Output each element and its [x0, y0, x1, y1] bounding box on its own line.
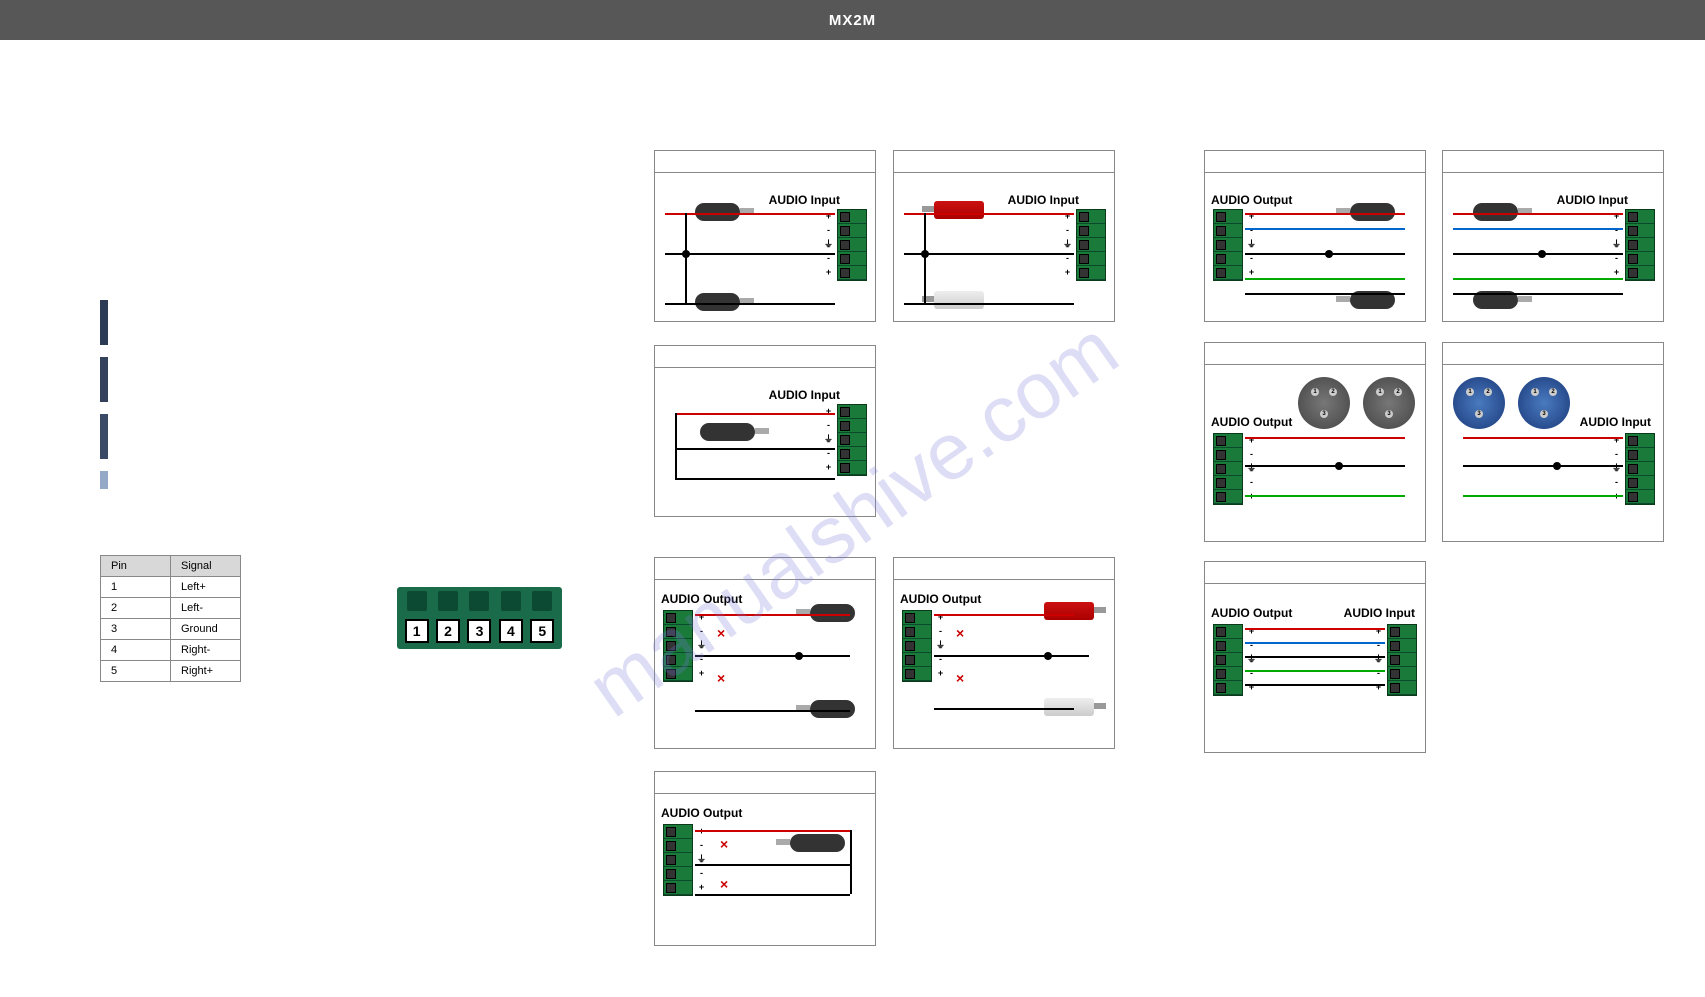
rca-red-icon	[1044, 602, 1094, 620]
top-bar: MX2M	[0, 0, 1705, 40]
trs-plug-icon	[1350, 203, 1395, 221]
rca-white-icon	[934, 291, 984, 309]
section-bar	[100, 357, 108, 402]
section-bars	[100, 300, 350, 501]
diagram-label: AUDIO Input	[1344, 606, 1415, 620]
diagram-trs-input: AUDIO Input + - ⏚ - +	[654, 345, 876, 517]
ts-plug-icon	[695, 293, 740, 311]
diagram-label: AUDIO Output	[661, 592, 742, 606]
pin-table: PinSignal 1Left+ 2Left- 3Ground 4Right- …	[100, 555, 241, 682]
section-bar	[100, 300, 108, 345]
section-bar	[100, 471, 108, 489]
diagram-ts-input-balanced: AUDIO Input + - ⏚ - +	[1442, 150, 1664, 322]
ts-plug-icon	[810, 604, 855, 622]
diagram-xlr-input: AUDIO Input + - ⏚ - + 123 123	[1442, 342, 1664, 542]
diagram-ts-output: AUDIO Output + - ⏚ - +	[1204, 150, 1426, 322]
diagram-ts-input: AUDIO Input + - ⏚ - +	[654, 150, 876, 322]
page-content: manualshive.com PinSignal 1Left+ 2Left- …	[0, 40, 1705, 997]
rca-white-icon	[1044, 698, 1094, 716]
diagram-label: AUDIO Input	[769, 388, 840, 402]
diagram-xlr-output: AUDIO Output + - ⏚ - + 123 123	[1204, 342, 1426, 542]
rca-red-icon	[934, 201, 984, 219]
diagram-ts-output-unbal: AUDIO Output + - ⏚ - + × ×	[654, 557, 876, 749]
diagram-label: AUDIO Output	[1211, 606, 1292, 620]
xlr-male-icon: 123	[1363, 377, 1415, 429]
diagram-label: AUDIO Output	[661, 806, 742, 820]
diagram-label: AUDIO Input	[1580, 415, 1651, 429]
xlr-female-icon: 123	[1518, 377, 1570, 429]
diagram-label: AUDIO Output	[1211, 193, 1292, 207]
xlr-female-icon: 123	[1453, 377, 1505, 429]
phoenix-connector-icon: 1 2 3 4 5	[397, 587, 562, 649]
section-bar	[100, 414, 108, 459]
trs-plug-icon	[700, 423, 755, 441]
diagram-label: AUDIO Output	[900, 592, 981, 606]
ts-plug-icon	[810, 700, 855, 718]
diagram-rca-input: AUDIO Input + - ⏚ - +	[893, 150, 1115, 322]
diagram-phx-phx: AUDIO Output AUDIO Input + - ⏚ - + + - ⏚…	[1204, 561, 1426, 753]
diagram-trs-output: AUDIO Output + - ⏚ - + × ×	[654, 771, 876, 946]
pin-header: Pin	[101, 556, 171, 577]
diagram-label: AUDIO Input	[1008, 193, 1079, 207]
diagram-label: AUDIO Input	[769, 193, 840, 207]
diagram-label: AUDIO Input	[1557, 193, 1628, 207]
trs-plug-icon	[1473, 203, 1518, 221]
diagram-rca-output: AUDIO Output + - ⏚ - + × ×	[893, 557, 1115, 749]
signal-header: Signal	[171, 556, 241, 577]
ts-plug-icon	[695, 203, 740, 221]
xlr-male-icon: 123	[1298, 377, 1350, 429]
trs-plug-icon	[790, 834, 845, 852]
diagram-label: AUDIO Output	[1211, 415, 1292, 429]
logo: MX2M	[829, 12, 876, 29]
